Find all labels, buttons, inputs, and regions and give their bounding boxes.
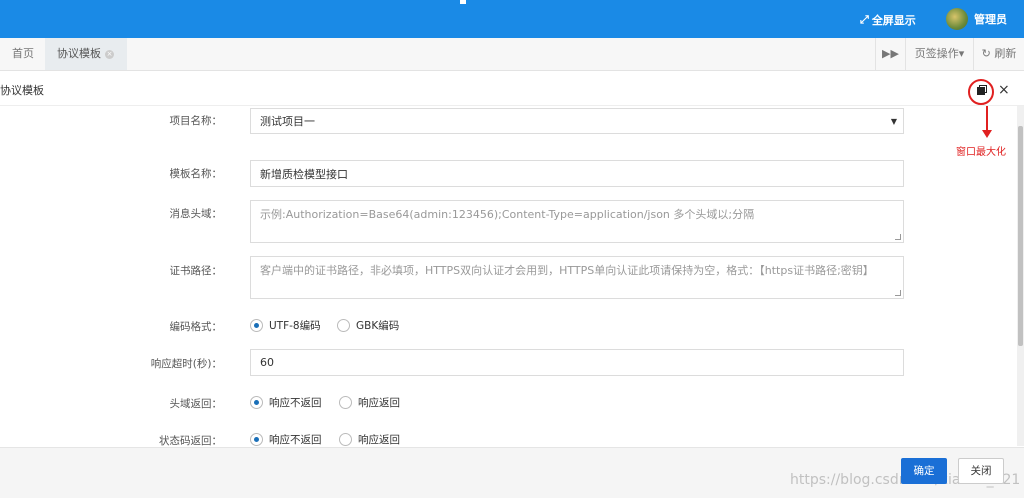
avatar (946, 8, 968, 30)
radio-label: 响应返回 (358, 434, 400, 446)
user-menu[interactable]: 管理员 (946, 8, 1007, 30)
annotation-arrow-head (982, 130, 992, 138)
scrollbar[interactable] (1017, 106, 1024, 446)
tab-bar: 首页 协议模板 × ▶▶ 页签操作▾ ↻ 刷新 (0, 38, 1024, 71)
tab-label: 协议模板 (57, 47, 101, 60)
encoding-utf8-radio[interactable]: UTF-8编码 (250, 318, 321, 333)
tab-close-icon[interactable]: × (105, 49, 114, 59)
header-return-no-radio[interactable]: 响应不返回 (250, 395, 322, 410)
radio-unchecked-icon (339, 433, 352, 446)
timeout-value: 60 (260, 356, 274, 369)
timeout-label: 响应超时(秒)： (150, 358, 222, 370)
radio-label: UTF-8编码 (269, 320, 321, 332)
status-return-label: 状态码返回： (159, 435, 222, 447)
modal-title: 协议模板 (0, 84, 44, 97)
template-name-value: 新增质检模型接口 (260, 167, 348, 181)
radio-label: 响应不返回 (269, 397, 322, 409)
radio-label: 响应返回 (358, 397, 400, 409)
cert-textarea[interactable]: 客户端中的证书路径，非必填项，HTTPS双向认证才会用到，HTTPS单向认证此项… (250, 256, 904, 299)
cert-placeholder: 客户端中的证书路径，非必填项，HTTPS双向认证才会用到，HTTPS单向认证此项… (260, 264, 874, 277)
status-return-no-radio[interactable]: 响应不返回 (250, 432, 322, 447)
header-placeholder: 示例:Authorization=Base64(admin:123456);Co… (260, 208, 755, 221)
refresh-button[interactable]: ↻ 刷新 (973, 38, 1024, 70)
radio-label: 响应不返回 (269, 434, 322, 446)
header-label: 消息头域： (169, 208, 223, 220)
cert-label: 证书路径： (169, 265, 223, 277)
encoding-gbk-radio[interactable]: GBK编码 (337, 318, 399, 333)
timeout-input[interactable]: 60 (250, 349, 904, 376)
radio-label: GBK编码 (356, 320, 400, 332)
radio-checked-icon (250, 319, 263, 332)
header-return-label: 头域返回： (169, 398, 223, 410)
project-label: 项目名称： (169, 115, 223, 127)
tab-home[interactable]: 首页 (12, 38, 34, 70)
tab-operations-dropdown[interactable]: 页签操作▾ (905, 38, 973, 70)
close-button[interactable]: 关闭 (958, 458, 1004, 484)
maximize-button[interactable] (968, 79, 994, 105)
modal-header: 协议模板 (0, 72, 1024, 106)
expand-icon: ⤢ (860, 13, 869, 26)
annotation-arrow (986, 106, 988, 132)
project-select[interactable]: 测试项目一 ▼ (250, 108, 904, 134)
status-return-yes-radio[interactable]: 响应返回 (339, 432, 400, 447)
double-chevron-right-icon: ▶▶ (882, 47, 899, 60)
header-return-yes-radio[interactable]: 响应返回 (339, 395, 400, 410)
fullscreen-label: 全屏显示 (871, 14, 916, 27)
chevron-down-icon: ▼ (890, 117, 897, 126)
tab-forward-button[interactable]: ▶▶ (875, 38, 905, 70)
top-bar: ⤢ 全屏显示 管理员 (0, 0, 1024, 38)
radio-checked-icon (250, 433, 263, 446)
encoding-label: 编码格式： (169, 321, 223, 333)
template-label: 模板名称： (169, 168, 223, 180)
fullscreen-button[interactable]: ⤢ 全屏显示 (860, 12, 916, 28)
radio-unchecked-icon (337, 319, 350, 332)
resize-grip-icon[interactable] (895, 290, 901, 296)
confirm-button[interactable]: 确定 (901, 458, 947, 484)
user-name: 管理员 (974, 13, 1007, 26)
topbar-mark (460, 0, 466, 4)
modal-close-button[interactable]: × (998, 82, 1010, 98)
template-name-input[interactable]: 新增质检模型接口 (250, 160, 904, 187)
resize-grip-icon[interactable] (895, 234, 901, 240)
header-textarea[interactable]: 示例:Authorization=Base64(admin:123456);Co… (250, 200, 904, 243)
scrollbar-thumb[interactable] (1018, 126, 1023, 346)
maximize-icon (977, 87, 985, 95)
tab-agreement-template[interactable]: 协议模板 × (45, 38, 127, 70)
radio-checked-icon (250, 396, 263, 409)
annotation-label: 窗口最大化 (956, 147, 1006, 158)
radio-unchecked-icon (339, 396, 352, 409)
project-select-value: 测试项目一 (260, 115, 315, 128)
